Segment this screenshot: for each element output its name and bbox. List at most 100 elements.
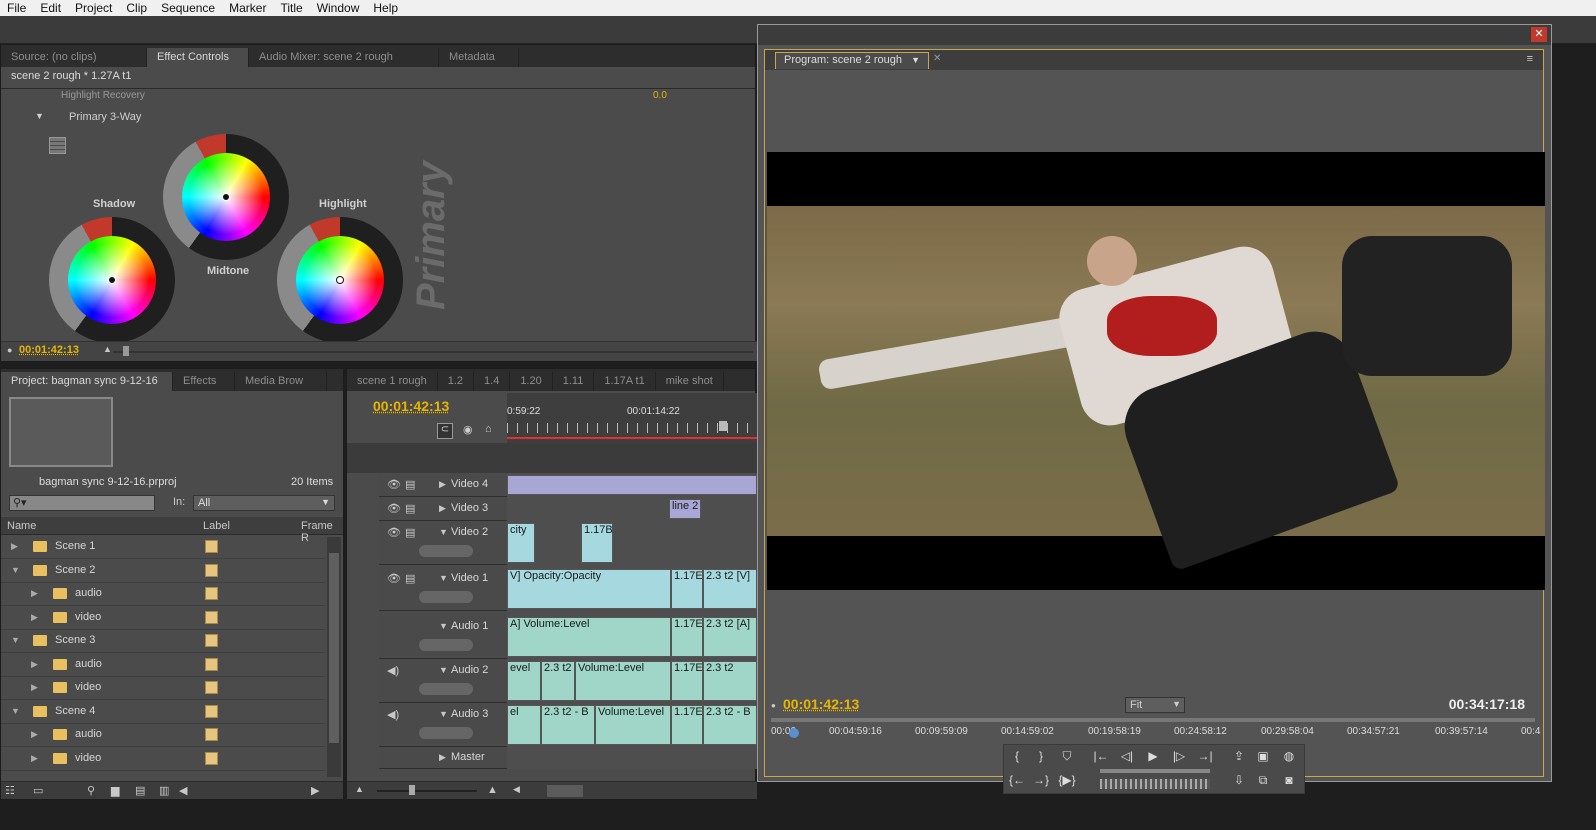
set-marker-icon[interactable]: ⌂ <box>485 423 492 435</box>
tab-effect-controls[interactable]: Effect Controls <box>147 48 249 67</box>
menu-clip[interactable]: Clip <box>119 1 154 15</box>
clip-v1-b[interactable]: 1.17E <box>671 569 703 609</box>
zoom-in-icon[interactable]: ▲ <box>487 784 498 796</box>
play-icon[interactable]: ▶ <box>1142 747 1164 765</box>
expand-arrow-icon[interactable]: ▶ <box>439 752 446 763</box>
expand-arrow-icon[interactable]: ▶ <box>439 503 446 514</box>
tab-metadata[interactable]: Metadata <box>439 48 519 67</box>
list-view-icon[interactable]: ☷ <box>5 784 15 797</box>
project-item-row[interactable]: ▼ Scene 2 <box>1 559 325 583</box>
work-area-bar[interactable] <box>507 437 757 439</box>
tab-effects[interactable]: Effects <box>173 372 235 391</box>
tab-program[interactable]: Program: scene 2 rough ▼ <box>775 52 929 69</box>
fit-select[interactable]: Fit ▼ <box>1125 697 1185 713</box>
menu-project[interactable]: Project <box>68 1 119 15</box>
tab-seq-scene1[interactable]: scene 1 rough <box>347 372 438 391</box>
step-forward-icon[interactable]: |▷ <box>1168 747 1190 765</box>
clip-a3-b[interactable]: 2.3 t2 - B <box>541 705 595 745</box>
zoom-out-icon[interactable]: ▲ <box>355 784 364 794</box>
window-titlebar[interactable]: ✕ <box>758 25 1551 45</box>
collapse-arrow-icon[interactable]: ▼ <box>439 621 448 631</box>
project-item-row[interactable]: ▼ Scene 3 <box>1 629 325 653</box>
tab-media-browser[interactable]: Media Brow <box>235 372 327 391</box>
mark-in-icon[interactable]: { <box>1006 747 1028 765</box>
track-video3[interactable]: 👁 ▤ ▶ Video 3 <box>379 497 507 521</box>
new-item-icon[interactable]: ▤ <box>135 784 145 797</box>
highlight-handle[interactable] <box>336 276 344 284</box>
label-swatch[interactable] <box>205 634 218 647</box>
scroll-right-icon[interactable]: ▶ <box>311 784 319 797</box>
keyframe-nav[interactable] <box>419 591 473 603</box>
collapse-arrow-icon[interactable]: ▼ <box>11 565 20 575</box>
collapse-arrow-icon[interactable]: ▼ <box>439 527 448 537</box>
clip-a2-e[interactable]: 2.3 t2 <box>703 661 757 701</box>
scroll-left-icon[interactable]: ◀ <box>179 784 187 797</box>
label-swatch[interactable] <box>205 681 218 694</box>
clip-a3-d[interactable]: 1.17E <box>671 705 703 745</box>
clip-v1-a[interactable]: V] Opacity:Opacity <box>507 569 671 609</box>
clip-a1-b[interactable]: 1.17E <box>671 617 703 657</box>
menu-title[interactable]: Title <box>273 1 309 15</box>
timeline-hscroll-thumb[interactable] <box>547 785 583 797</box>
expand-arrow-icon[interactable]: ▶ <box>31 682 38 693</box>
clip-v2-a[interactable]: city <box>507 523 535 563</box>
keyframe-nav[interactable] <box>419 683 473 695</box>
eye-icon[interactable]: 👁 <box>387 478 401 491</box>
keyframe-nav[interactable] <box>419 727 473 739</box>
clip-a2-a[interactable]: evel <box>507 661 541 701</box>
label-swatch[interactable] <box>205 563 218 577</box>
track-video1[interactable]: 👁 ▤ ▼ Video 1 <box>379 567 507 611</box>
tab-source[interactable]: Source: (no clips) <box>1 48 147 67</box>
collapse-arrow-icon[interactable]: ▼ <box>35 111 44 121</box>
clip-video4[interactable] <box>507 475 757 495</box>
ec-zoom-handle[interactable] <box>123 346 129 356</box>
output-icon[interactable]: ◍ <box>1278 747 1300 765</box>
track-video4[interactable]: 👁 ▤ ▶ Video 4 <box>379 473 507 497</box>
zoom-out-icon[interactable]: ▲ <box>103 344 112 354</box>
program-ruler[interactable]: 00:00 00:04:59:16 00:09:59:09 00:14:59:0… <box>771 726 1540 740</box>
expand-arrow-icon[interactable]: ▶ <box>11 541 18 552</box>
collapse-arrow-icon[interactable]: ▼ <box>439 573 448 583</box>
tab-seq-1-4[interactable]: 1.4 <box>474 372 511 391</box>
clip-a3-a[interactable]: el <box>507 705 541 745</box>
expand-arrow-icon[interactable]: ▶ <box>31 588 38 599</box>
clip-a1-a[interactable]: A] Volume:Level <box>507 617 671 657</box>
tab-audio-mixer[interactable]: Audio Mixer: scene 2 rough <box>249 48 439 67</box>
panel-menu-icon[interactable]: ≡ <box>1527 53 1533 65</box>
expand-arrow-icon[interactable]: ▶ <box>439 479 446 490</box>
collapse-arrow-icon[interactable]: ▼ <box>11 706 20 716</box>
film-icon[interactable]: ▤ <box>405 572 415 585</box>
project-item-row[interactable]: ▶ audio <box>1 653 325 677</box>
playhead[interactable] <box>719 421 727 431</box>
keyframe-nav[interactable] <box>419 545 473 557</box>
chevron-down-icon[interactable]: ▼ <box>911 55 920 65</box>
clip-a2-d[interactable]: 1.17E <box>671 661 703 701</box>
label-swatch[interactable] <box>205 728 218 741</box>
clear-icon[interactable]: ▥ <box>159 784 169 797</box>
go-to-prev-edit-icon[interactable]: {← <box>1006 771 1028 789</box>
midtone-handle[interactable] <box>222 193 230 201</box>
marker-icon[interactable]: ◉ <box>463 423 473 436</box>
trim-monitor-icon[interactable]: ⧉ <box>1252 771 1274 789</box>
track-audio3[interactable]: ◀) ▼ Audio 3 <box>379 703 507 747</box>
go-to-out-icon[interactable]: →| <box>1194 747 1216 765</box>
track-video2[interactable]: 👁 ▤ ▼ Video 2 <box>379 521 507 565</box>
clip-a2-c[interactable]: Volume:Level <box>575 661 671 701</box>
close-icon[interactable]: ✕ <box>1531 27 1547 42</box>
speaker-icon[interactable]: ◀) <box>387 708 399 721</box>
project-item-row[interactable]: ▶ video <box>1 606 325 630</box>
label-swatch[interactable] <box>205 751 218 765</box>
collapse-arrow-icon[interactable]: ▼ <box>439 665 448 675</box>
track-audio1[interactable]: ▼ Audio 1 <box>379 615 507 659</box>
new-bin-icon[interactable]: ▆ <box>111 784 119 797</box>
program-timecode[interactable]: 00:01:42:13 <box>783 696 859 712</box>
program-playhead[interactable] <box>789 728 799 738</box>
export-frame-icon[interactable]: ◙ <box>1278 771 1300 789</box>
project-scrollbar[interactable] <box>327 537 341 777</box>
project-scroll-thumb[interactable] <box>329 553 339 743</box>
extract-icon[interactable]: ⇩ <box>1228 771 1250 789</box>
play-in-to-out-icon[interactable]: {▶} <box>1056 771 1078 789</box>
eye-icon[interactable]: 👁 <box>387 502 401 515</box>
highlight-recovery-value[interactable]: 0.0 <box>653 90 667 101</box>
timeline-timecode[interactable]: 00:01:42:13 <box>373 398 449 414</box>
